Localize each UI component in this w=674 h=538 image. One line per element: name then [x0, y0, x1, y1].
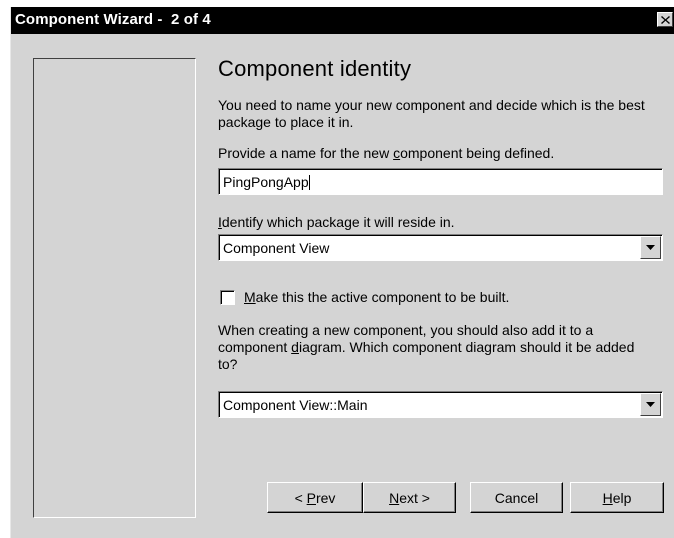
cancel-button[interactable]: Cancel: [470, 482, 563, 513]
close-button[interactable]: [657, 12, 673, 27]
next-button[interactable]: Next >: [363, 482, 456, 513]
wizard-image-panel: [33, 58, 196, 518]
package-label: Identify which package it will reside in…: [218, 214, 455, 230]
chevron-down-icon: [646, 402, 655, 407]
text-caret: [308, 175, 310, 190]
prev-button[interactable]: < Prev: [267, 482, 363, 513]
diagram-dropdown-button[interactable]: [640, 393, 661, 416]
package-select[interactable]: Component View: [218, 234, 663, 261]
page-heading: Component identity: [218, 56, 412, 81]
active-component-checkbox[interactable]: [220, 290, 235, 305]
chevron-down-icon: [646, 245, 655, 250]
component-wizard-dialog: Component Wizard - 2 of 4 Component iden…: [10, 7, 674, 538]
component-name-label: Provide a name for the new component bei…: [218, 145, 555, 161]
intro-text: You need to name your new component and …: [218, 97, 645, 130]
component-name-input[interactable]: PingPongApp: [218, 168, 663, 195]
help-button[interactable]: Help: [570, 482, 664, 513]
title-bar: Component Wizard - 2 of 4: [11, 7, 674, 34]
diagram-select[interactable]: Component View::Main: [218, 391, 663, 418]
package-dropdown-button[interactable]: [640, 236, 661, 259]
diagram-label: When creating a new component, you shoul…: [218, 322, 635, 372]
window-title: Component Wizard - 2 of 4: [15, 11, 211, 28]
close-icon: [660, 15, 670, 24]
active-component-label[interactable]: Make this the active component to be bui…: [244, 289, 509, 306]
